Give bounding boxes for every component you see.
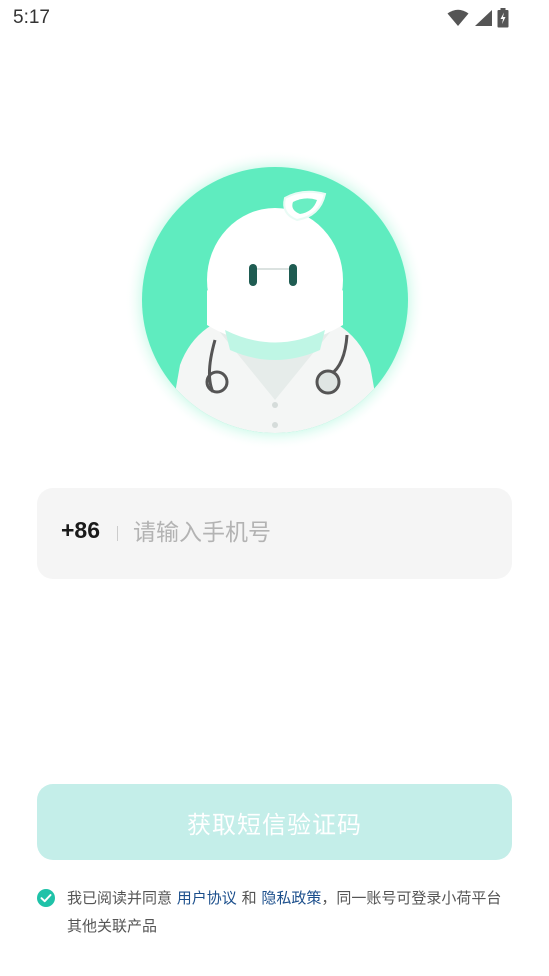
input-divider (117, 526, 118, 541)
agreement-prefix: 我已阅读并同意 (67, 889, 173, 907)
doctor-mascot-illustration (125, 150, 425, 450)
battery-charging-icon (497, 8, 509, 32)
country-code[interactable]: +86 (61, 517, 100, 544)
status-icons (447, 8, 509, 32)
wifi-icon (447, 9, 469, 31)
phone-number-input[interactable] (133, 510, 493, 556)
status-time: 5:17 (13, 7, 50, 28)
phone-input-box[interactable]: +86 (37, 488, 512, 579)
signal-icon (473, 9, 493, 31)
agreement-checkbox[interactable] (37, 889, 55, 907)
login-screen: 5:17 +86 请输入手机号 获取短信验证码 我已阅读并同意 用户协议 和 隐… (0, 0, 549, 976)
status-bar: 5:17 (0, 0, 549, 38)
agreement-and: 和 (241, 889, 257, 907)
check-icon (40, 894, 52, 903)
get-sms-code-button[interactable]: 获取短信验证码 (37, 784, 512, 860)
user-agreement-link[interactable]: 用户协议 (177, 889, 237, 907)
privacy-policy-link[interactable]: 隐私政策 (261, 889, 321, 907)
agreement-text: 我已阅读并同意 用户协议 和 隐私政策，同一账号可登录小荷平台其他关联产品 (67, 884, 507, 940)
